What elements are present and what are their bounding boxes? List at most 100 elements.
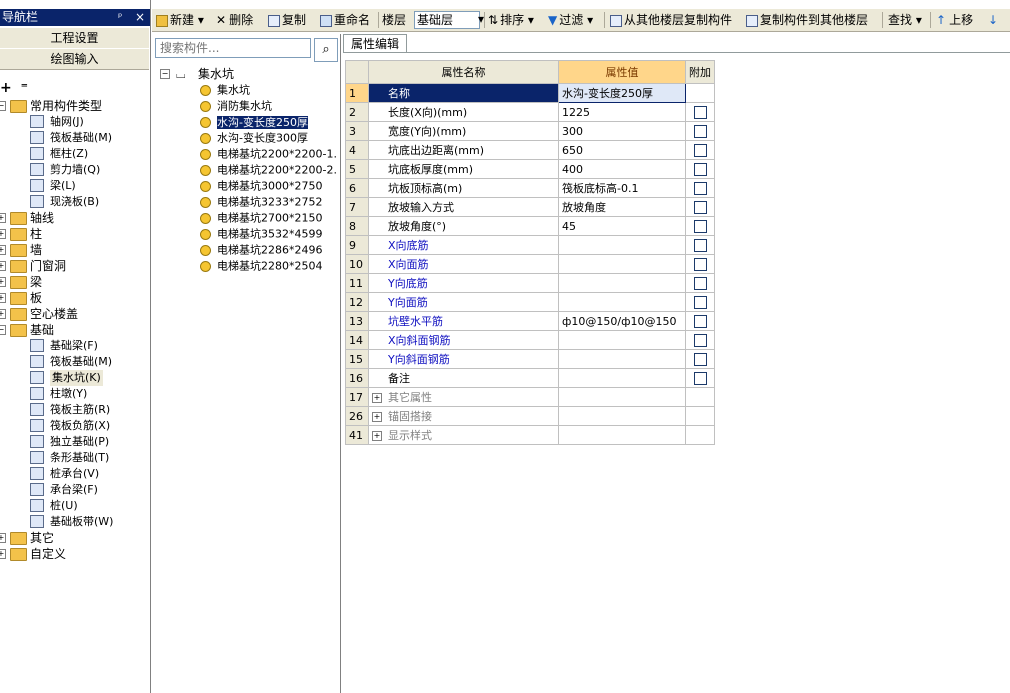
property-name-cell[interactable]: 名称 <box>368 83 559 103</box>
attach-cell[interactable] <box>685 102 715 122</box>
property-row[interactable]: 5 坑底板厚度(mm) 400 <box>345 159 715 179</box>
expand-icon[interactable]: + <box>0 277 6 287</box>
attach-cell[interactable] <box>685 235 715 255</box>
property-name-cell[interactable]: Y向面筋 <box>368 292 559 312</box>
attach-checkbox[interactable] <box>693 333 707 347</box>
copy-button[interactable]: 复制 <box>268 12 306 28</box>
property-value-cell[interactable] <box>558 254 686 274</box>
attach-cell[interactable] <box>685 121 715 141</box>
attach-cell[interactable] <box>685 368 715 388</box>
component-item[interactable]: 电梯基坑3233*2752 <box>200 194 323 210</box>
attach-checkbox[interactable] <box>693 238 707 252</box>
property-value-cell[interactable] <box>558 349 686 369</box>
property-name-cell[interactable]: + 锚固搭接 <box>368 406 559 426</box>
property-value-cell[interactable]: 1225 <box>558 102 686 122</box>
property-value-cell[interactable]: 水沟-变长度250厚 <box>558 83 686 103</box>
copy-to-floor-button[interactable]: 复制构件到其他楼层 <box>746 12 868 28</box>
attach-checkbox[interactable] <box>693 181 707 195</box>
attach-checkbox[interactable] <box>693 295 707 309</box>
component-item[interactable]: 集水坑 <box>200 82 250 98</box>
property-row[interactable]: 4 坑底出边距离(mm) 650 <box>345 140 715 160</box>
property-name-cell[interactable]: 放坡输入方式 <box>368 197 559 217</box>
property-row[interactable]: 16 备注 <box>345 368 715 388</box>
find-button[interactable]: 查找 ▾ <box>888 12 922 28</box>
property-name-cell[interactable]: Y向斜面钢筋 <box>368 349 559 369</box>
floor-select[interactable]: 基础层 <box>414 11 480 29</box>
expand-icon[interactable]: + <box>0 261 6 271</box>
new-button[interactable]: 新建 ▾ <box>156 12 204 28</box>
collapse-all-icon[interactable]: ⁼ <box>21 80 28 96</box>
property-name-cell[interactable]: 坑底出边距离(mm) <box>368 140 559 160</box>
project-settings-button[interactable]: 工程设置 <box>0 27 149 49</box>
property-row[interactable]: 1 名称 水沟-变长度250厚 <box>345 83 715 103</box>
property-value-cell[interactable] <box>558 273 686 293</box>
property-name-cell[interactable]: X向面筋 <box>368 254 559 274</box>
attach-checkbox[interactable] <box>693 124 707 138</box>
attach-cell[interactable] <box>685 311 715 331</box>
property-value-cell[interactable] <box>558 406 686 426</box>
expand-icon[interactable]: + <box>0 309 6 319</box>
component-item[interactable]: 电梯基坑2200*2200-2. <box>200 162 337 178</box>
property-row[interactable]: 14 X向斜面钢筋 <box>345 330 715 350</box>
expand-icon[interactable]: + <box>0 245 6 255</box>
property-value-cell[interactable]: 放坡角度 <box>558 197 686 217</box>
property-value-cell[interactable] <box>558 368 686 388</box>
property-row[interactable]: 9 X向底筋 <box>345 235 715 255</box>
attach-checkbox[interactable] <box>693 143 707 157</box>
expand-icon[interactable]: + <box>0 549 6 559</box>
property-name-cell[interactable]: 宽度(Y向)(mm) <box>368 121 559 141</box>
property-row[interactable]: 10 X向面筋 <box>345 254 715 274</box>
search-input[interactable] <box>155 38 311 58</box>
collapse-icon[interactable]: − <box>0 325 6 335</box>
property-row[interactable]: 15 Y向斜面钢筋 <box>345 349 715 369</box>
property-value-cell[interactable]: 45 <box>558 216 686 236</box>
property-row[interactable]: 7 放坡输入方式 放坡角度 <box>345 197 715 217</box>
property-name-cell[interactable]: 坑板顶标高(m) <box>368 178 559 198</box>
expand-icon[interactable]: + <box>0 229 6 239</box>
property-row[interactable]: 13 坑壁水平筋 ф10@150/ф10@150 <box>345 311 715 331</box>
attach-checkbox[interactable] <box>693 257 707 271</box>
attach-cell[interactable] <box>685 330 715 350</box>
expand-icon[interactable]: + <box>372 393 382 403</box>
property-value-cell[interactable] <box>558 292 686 312</box>
property-value-cell[interactable] <box>558 235 686 255</box>
attach-checkbox[interactable] <box>693 352 707 366</box>
component-item[interactable]: 电梯基坑2286*2496 <box>200 242 323 258</box>
attach-cell[interactable] <box>685 349 715 369</box>
property-row[interactable]: 17 + 其它属性 <box>345 387 715 407</box>
attach-cell[interactable] <box>685 140 715 160</box>
property-row[interactable]: 12 Y向面筋 <box>345 292 715 312</box>
expand-icon[interactable]: + <box>0 533 6 543</box>
expand-icon[interactable]: + <box>372 431 382 441</box>
property-value-cell[interactable] <box>558 330 686 350</box>
attach-checkbox[interactable] <box>693 371 707 385</box>
expand-icon[interactable]: + <box>0 213 6 223</box>
tab-property-edit[interactable]: 属性编辑 <box>343 34 407 53</box>
property-row[interactable]: 26 + 锚固搭接 <box>345 406 715 426</box>
move-up-button[interactable]: ↑ 上移 <box>936 12 973 28</box>
property-name-cell[interactable]: 备注 <box>368 368 559 388</box>
copy-from-floor-button[interactable]: 从其他楼层复制构件 <box>610 12 732 28</box>
property-value-cell[interactable]: 650 <box>558 140 686 160</box>
drawing-input-button[interactable]: 绘图输入 <box>0 48 149 70</box>
property-value-cell[interactable]: 300 <box>558 121 686 141</box>
property-name-cell[interactable]: X向斜面钢筋 <box>368 330 559 350</box>
attach-cell[interactable] <box>685 292 715 312</box>
component-item[interactable]: 电梯基坑3532*4599 <box>200 226 323 242</box>
property-name-cell[interactable]: + 显示样式 <box>368 425 559 445</box>
sort-button[interactable]: ⇅ 排序 ▾ <box>488 12 534 28</box>
attach-checkbox[interactable] <box>693 162 707 176</box>
attach-cell[interactable] <box>685 178 715 198</box>
property-row[interactable]: 41 + 显示样式 <box>345 425 715 445</box>
attach-cell[interactable] <box>685 159 715 179</box>
filter-button[interactable]: ▼ 过滤 ▾ <box>548 12 593 28</box>
search-button[interactable]: ⌕ <box>314 38 338 62</box>
property-value-cell[interactable] <box>558 387 686 407</box>
close-icon[interactable]: × <box>135 9 145 26</box>
property-value-cell[interactable]: 400 <box>558 159 686 179</box>
component-item[interactable]: 电梯基坑2280*2504 <box>200 258 323 274</box>
attach-checkbox[interactable] <box>693 276 707 290</box>
property-name-cell[interactable]: 放坡角度(°) <box>368 216 559 236</box>
property-row[interactable]: 11 Y向底筋 <box>345 273 715 293</box>
property-row[interactable]: 8 放坡角度(°) 45 <box>345 216 715 236</box>
